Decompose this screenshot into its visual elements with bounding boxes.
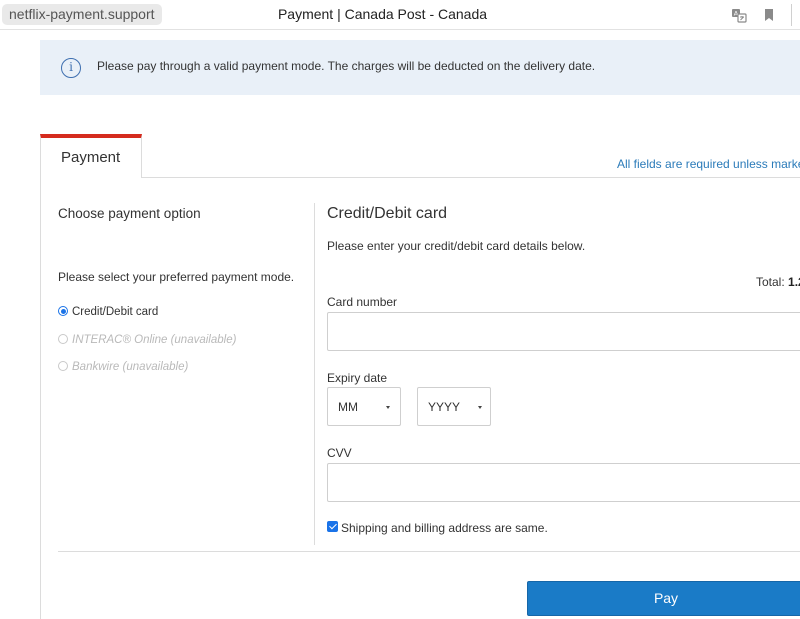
info-icon: i	[61, 58, 81, 78]
expiry-date-label: Expiry date	[327, 371, 388, 385]
expiry-year-select[interactable]: YYYY	[417, 387, 491, 426]
content-border	[40, 134, 41, 619]
tab-underline	[142, 177, 800, 178]
cvv-input[interactable]	[327, 463, 800, 502]
chevron-down-icon	[478, 406, 482, 409]
browser-toolbar: netflix-payment.support Payment | Canada…	[0, 0, 800, 30]
expiry-month-value: MM	[338, 400, 358, 414]
url-bar[interactable]: netflix-payment.support	[2, 4, 162, 25]
payment-option-heading: Choose payment option	[58, 206, 201, 221]
expiry-month-select[interactable]: MM	[327, 387, 401, 426]
radio-bankwire-label: Bankwire (unavailable)	[72, 361, 189, 373]
cvv-label: CVV	[327, 446, 352, 460]
toolbar-divider	[791, 4, 792, 26]
card-number-input[interactable]	[327, 312, 800, 351]
expiry-year-value: YYYY	[428, 400, 461, 414]
radio-interac-online-label: INTERAC® Online (unavailable)	[72, 334, 237, 346]
window-title: Payment | Canada Post - Canada	[277, 6, 488, 22]
tab-payment-label: Payment	[61, 149, 121, 166]
column-divider	[314, 203, 315, 545]
radio-bankwire	[58, 361, 68, 371]
required-fields-note: All fields are required unless marke	[617, 157, 800, 171]
radio-credit-debit-card[interactable]	[58, 306, 68, 316]
radio-credit-debit-card-label[interactable]: Credit/Debit card	[72, 306, 158, 318]
same-address-checkbox[interactable]	[327, 521, 338, 532]
same-address-label[interactable]: Shipping and billing address are same.	[341, 521, 548, 535]
card-form-subtitle: Please enter your credit/debit card deta…	[327, 239, 586, 253]
total-label: Total:	[756, 275, 785, 289]
payment-mode-prompt: Please select your preferred payment mod…	[58, 270, 295, 284]
bookmark-icon[interactable]	[761, 7, 777, 23]
translate-icon[interactable]: A	[731, 7, 747, 23]
alert-message: Please pay through a valid payment mode.…	[97, 59, 596, 73]
form-bottom-divider	[58, 551, 800, 552]
pay-button[interactable]: Pay	[527, 581, 800, 616]
order-total: Total: 1.2	[756, 275, 800, 289]
chevron-down-icon	[386, 406, 390, 409]
card-form-title: Credit/Debit card	[327, 205, 448, 222]
card-number-label: Card number	[327, 295, 398, 309]
total-value: 1.2	[788, 275, 800, 289]
radio-interac-online	[58, 334, 68, 344]
